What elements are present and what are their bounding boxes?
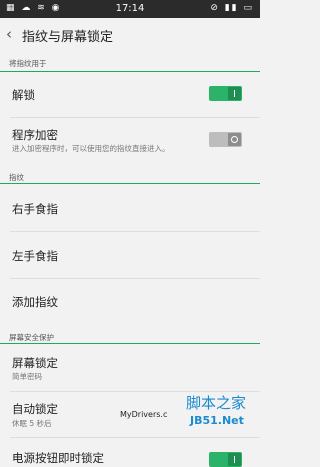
row-divider [10, 117, 260, 118]
unlock-toggle[interactable] [209, 86, 242, 101]
watermark-brand-sub: JB51.Net [190, 414, 244, 427]
right-index-label: 右手食指 [12, 202, 58, 216]
auto-lock-value: 休眠 5 秒后 [12, 419, 52, 428]
app-encrypt-description: 进入加密程序时，可以使用您的指纹直接进入。 [12, 144, 170, 153]
watermark-brand: 脚本之家 [186, 394, 247, 412]
left-index-label: 左手食指 [12, 249, 58, 263]
toggle-knob [228, 453, 241, 466]
screen-lock-label: 屏幕锁定 [12, 356, 58, 370]
add-fingerprint-label: 添加指纹 [12, 295, 58, 309]
section-label-fingerprint-use: 将指纹用于 [9, 59, 47, 68]
section-label-screen-security: 屏幕安全保护 [9, 333, 54, 342]
section-divider [0, 183, 260, 184]
power-button-lock-label: 电源按钮即时锁定 [12, 451, 104, 465]
row-divider [10, 231, 260, 232]
app-encrypt-label: 程序加密 [12, 128, 58, 142]
system-icons: ⊘ ▮▮ ▭ [210, 3, 254, 13]
back-arrow-icon[interactable]: ‹ [6, 25, 12, 43]
auto-lock-label: 自动锁定 [12, 402, 58, 416]
power-button-lock-toggle[interactable] [209, 452, 242, 467]
section-divider [0, 71, 260, 72]
row-divider [10, 437, 260, 438]
app-header: ‹ 指纹与屏幕锁定 [0, 18, 260, 52]
section-divider [0, 343, 260, 344]
section-label-fingerprint: 指纹 [9, 173, 24, 182]
toggle-knob [228, 87, 241, 100]
watermark-site: MyDrivers.c [120, 410, 168, 419]
toggle-knob [228, 133, 241, 146]
app-encrypt-toggle[interactable] [209, 132, 242, 147]
status-bar: ▦ ☁ ≋ ◉ 17:14 ⊘ ▮▮ ▭ [0, 0, 260, 18]
screen-lock-value: 简单密码 [12, 372, 42, 381]
row-divider [10, 278, 260, 279]
page-title: 指纹与屏幕锁定 [22, 30, 114, 45]
unlock-label: 解锁 [12, 88, 35, 102]
